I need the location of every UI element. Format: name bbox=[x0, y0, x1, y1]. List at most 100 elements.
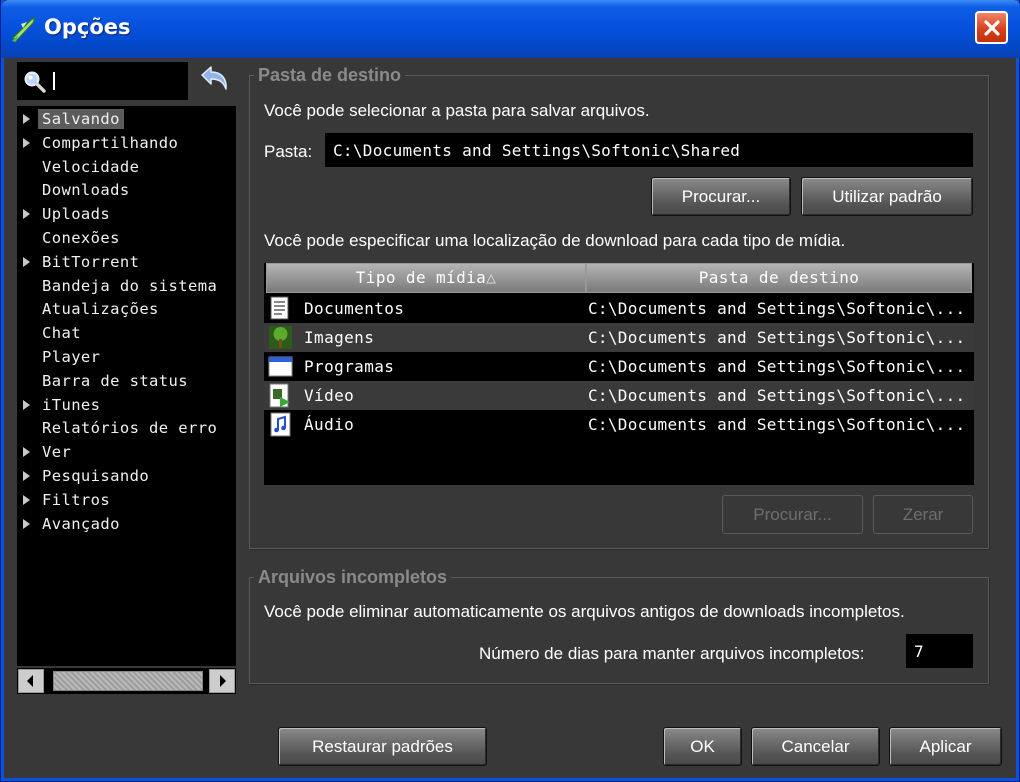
folder-path-field[interactable]: C:\Documents and Settings\Softonic\Share… bbox=[325, 133, 973, 167]
restore-defaults-button[interactable]: Restaurar padrões bbox=[278, 727, 487, 766]
sidebar-item-label: Conexões bbox=[42, 229, 120, 247]
close-button[interactable] bbox=[975, 11, 1008, 44]
sidebar-item-label: Relatórios de erro bbox=[42, 419, 218, 438]
arrow-left-icon bbox=[27, 675, 33, 687]
sidebar-item[interactable]: Velocidade bbox=[17, 156, 236, 178]
sidebar-item[interactable]: Atualizações bbox=[17, 298, 236, 320]
sidebar-item[interactable]: Salvando bbox=[17, 108, 236, 130]
table-row[interactable]: Documentos C:\Documents and Settings\Soft… bbox=[264, 294, 974, 323]
search-input[interactable] bbox=[17, 62, 188, 100]
reset-button-label: Zerar bbox=[902, 505, 944, 524]
incomplete-group bbox=[249, 577, 989, 684]
sidebar-item-label: Player bbox=[42, 348, 101, 366]
browse-button-label: Procurar... bbox=[681, 187, 761, 206]
incomplete-description: Você pode eliminar automaticamente os ar… bbox=[264, 602, 905, 621]
column-header-media-type-label: Tipo de mídia bbox=[355, 268, 487, 287]
destination-group-title: Pasta de destino bbox=[254, 65, 406, 86]
days-field[interactable]: 7 bbox=[906, 634, 973, 668]
sidebar-item[interactable]: Barra de status bbox=[17, 370, 236, 392]
window-title: Opções bbox=[44, 15, 131, 39]
row-media-type: Programas bbox=[304, 357, 395, 376]
use-default-button[interactable]: Utilizar padrão bbox=[801, 177, 973, 216]
sidebar-item[interactable]: Chat bbox=[17, 322, 236, 344]
title-bar[interactable]: Opções bbox=[1, 0, 1020, 58]
options-tree[interactable]: Salvando Compartilhando Velocidade Download… bbox=[17, 106, 236, 666]
sidebar-item-label: Filtros bbox=[42, 490, 111, 509]
sidebar-item[interactable]: Downloads bbox=[17, 179, 236, 201]
program-icon bbox=[268, 356, 293, 377]
row-destination-path: C:\Documents and Settings\Softonic\... bbox=[588, 357, 966, 376]
column-header-destination-folder[interactable]: Pasta de destino bbox=[586, 263, 972, 293]
app-logo-icon bbox=[11, 16, 37, 42]
undo-icon[interactable] bbox=[197, 64, 231, 94]
expand-arrow-icon[interactable] bbox=[23, 114, 30, 124]
expand-arrow-icon[interactable] bbox=[23, 471, 30, 481]
apply-button[interactable]: Aplicar bbox=[889, 727, 1002, 766]
sidebar-item-label: iTunes bbox=[42, 395, 101, 414]
sidebar-item[interactable]: Filtros bbox=[17, 489, 236, 511]
sidebar-item-label: Ver bbox=[42, 443, 72, 462]
sidebar-item[interactable]: BitTorrent bbox=[17, 251, 236, 273]
scroll-right-button[interactable] bbox=[209, 669, 235, 693]
sidebar-item[interactable]: Compartilhando bbox=[17, 132, 236, 154]
arrow-right-icon bbox=[220, 675, 226, 687]
sidebar-item[interactable]: Ver bbox=[17, 441, 236, 463]
sort-ascending-icon: △ bbox=[486, 268, 497, 287]
tree-horizontal-scrollbar[interactable] bbox=[17, 668, 236, 694]
incomplete-group-title: Arquivos incompletos bbox=[254, 567, 452, 588]
expand-arrow-icon[interactable] bbox=[23, 518, 30, 529]
sidebar-item[interactable]: Uploads bbox=[17, 203, 236, 225]
sidebar-item-label: BitTorrent bbox=[42, 252, 140, 271]
sidebar-item-label: Chat bbox=[42, 324, 81, 343]
document-icon bbox=[270, 296, 289, 320]
table-row[interactable]: Programas C:\Documents and Settings\Softo… bbox=[264, 352, 974, 381]
browse-button[interactable]: Procurar... bbox=[651, 177, 791, 216]
expand-arrow-icon[interactable] bbox=[23, 399, 30, 410]
days-label: Número de dias para manter arquivos inco… bbox=[479, 644, 865, 663]
image-icon bbox=[269, 326, 292, 349]
apply-button-label: Aplicar bbox=[919, 737, 972, 756]
scroll-thumb[interactable] bbox=[53, 671, 203, 691]
sidebar-item[interactable]: Player bbox=[17, 346, 236, 368]
row-destination-path: C:\Documents and Settings\Softonic\... bbox=[588, 386, 966, 405]
audio-icon bbox=[270, 412, 291, 437]
options-window: Opções Salvando Compartilhando Velocidade D… bbox=[0, 0, 1020, 782]
scroll-left-button[interactable] bbox=[18, 669, 44, 693]
sidebar-item[interactable]: Conexões bbox=[17, 227, 236, 249]
column-header-media-type[interactable]: Tipo de mídia△ bbox=[266, 263, 586, 293]
table-row[interactable]: Imagens C:\Documents and Settings\Softoni… bbox=[264, 323, 974, 352]
sidebar-item-label: Atualizações bbox=[42, 300, 159, 319]
sidebar-item[interactable]: Avançado bbox=[17, 513, 236, 535]
expand-arrow-icon[interactable] bbox=[23, 137, 30, 148]
sidebar-item[interactable]: iTunes bbox=[17, 394, 236, 416]
table-row[interactable]: Áudio C:\Documents and Settings\Softonic\… bbox=[264, 410, 974, 439]
ok-button-label: OK bbox=[690, 737, 715, 756]
row-destination-path: C:\Documents and Settings\Softonic\... bbox=[588, 328, 966, 347]
table-browse-button-label: Procurar... bbox=[753, 505, 832, 524]
expand-arrow-icon[interactable] bbox=[23, 447, 30, 458]
folder-path-value: C:\Documents and Settings\Softonic\Share… bbox=[333, 141, 741, 160]
cancel-button-label: Cancelar bbox=[781, 737, 850, 756]
cancel-button[interactable]: Cancelar bbox=[751, 727, 880, 766]
sidebar-item-label: Barra de status bbox=[42, 371, 188, 390]
sidebar-item[interactable]: Relatórios de erro bbox=[17, 417, 236, 439]
table-row[interactable]: Vídeo C:\Documents and Settings\Softonic\… bbox=[264, 381, 974, 410]
search-icon bbox=[24, 71, 46, 93]
table-browse-button[interactable]: Procurar... bbox=[722, 495, 863, 534]
media-type-table[interactable]: Tipo de mídia△ Pasta de destino Document… bbox=[264, 263, 974, 485]
row-destination-path: C:\Documents and Settings\Softonic\... bbox=[588, 415, 966, 434]
sidebar-item[interactable]: Pesquisando bbox=[17, 465, 236, 487]
sidebar-item-label: Avançado bbox=[42, 514, 120, 533]
column-header-destination-folder-label: Pasta de destino bbox=[698, 268, 860, 287]
sidebar-item[interactable]: Bandeja do sistema bbox=[17, 275, 236, 297]
sidebar-item-label: Compartilhando bbox=[42, 133, 179, 152]
expand-arrow-icon[interactable] bbox=[23, 494, 30, 505]
restore-defaults-button-label: Restaurar padrões bbox=[312, 737, 453, 756]
expand-arrow-icon[interactable] bbox=[23, 209, 30, 220]
ok-button[interactable]: OK bbox=[663, 727, 742, 766]
video-icon bbox=[269, 383, 290, 408]
sidebar-item-label: Salvando bbox=[38, 109, 124, 129]
reset-button[interactable]: Zerar bbox=[873, 495, 973, 534]
sidebar-item-label: Pesquisando bbox=[42, 467, 150, 485]
expand-arrow-icon[interactable] bbox=[23, 256, 30, 267]
